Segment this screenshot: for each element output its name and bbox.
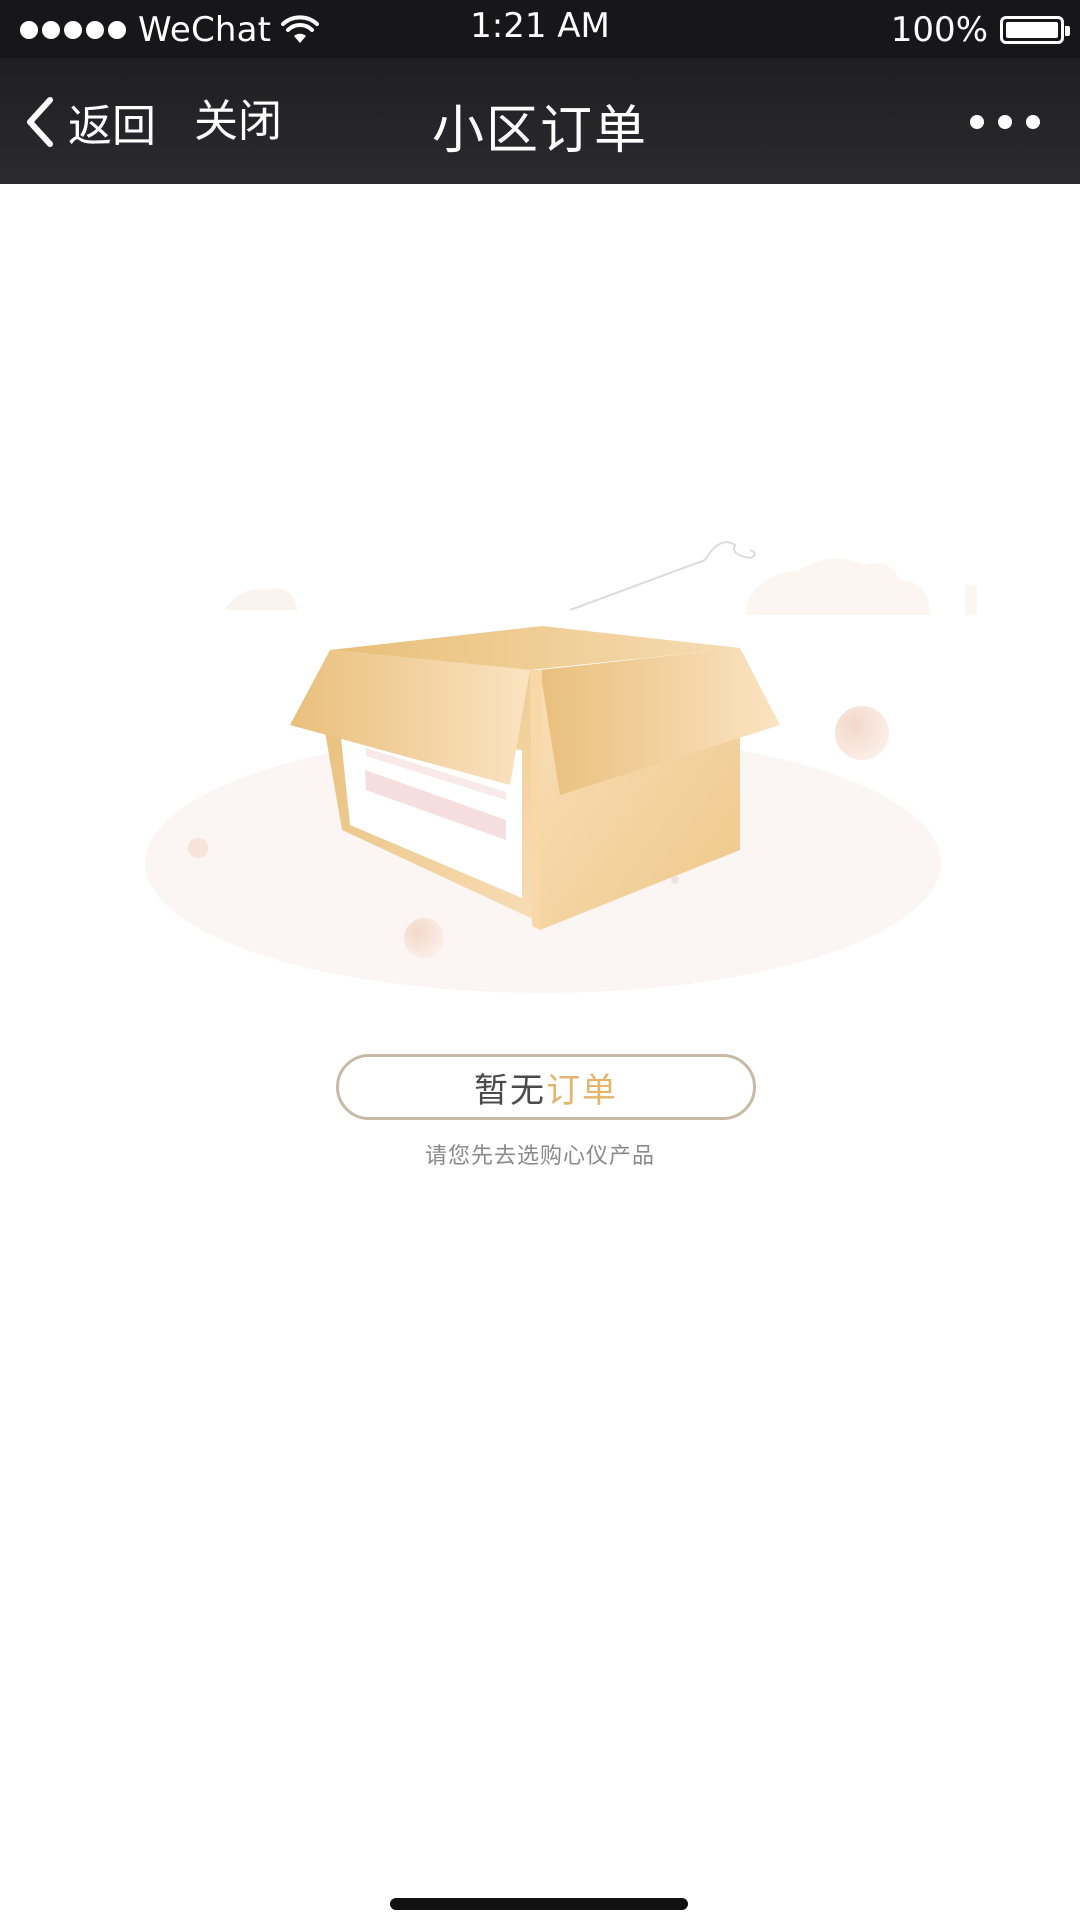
status-right: 100% [890,8,1070,52]
battery-percent: 100% [890,10,988,50]
empty-hint-text: 请您先去选购心仪产品 [424,1144,655,1169]
nav-bar: 返回 关闭 小区订单 [0,58,1080,184]
battery-icon [1000,16,1070,44]
empty-state-pill: 暂无 订单 [336,1054,756,1120]
empty-text-gray: 暂无 [474,1070,546,1111]
status-bar: WeChat 1:21 AM 100% [0,0,1080,58]
empty-text-accent: 订单 [546,1070,618,1111]
page-title: 小区订单 [431,101,648,161]
empty-box-illustration [145,541,977,993]
app-screen: WeChat 1:21 AM 100% 返回 关闭 小区订单 暂无 订单 请您先… [0,0,1080,1920]
home-indicator[interactable] [390,1898,688,1910]
more-dots-icon[interactable] [970,102,1040,142]
